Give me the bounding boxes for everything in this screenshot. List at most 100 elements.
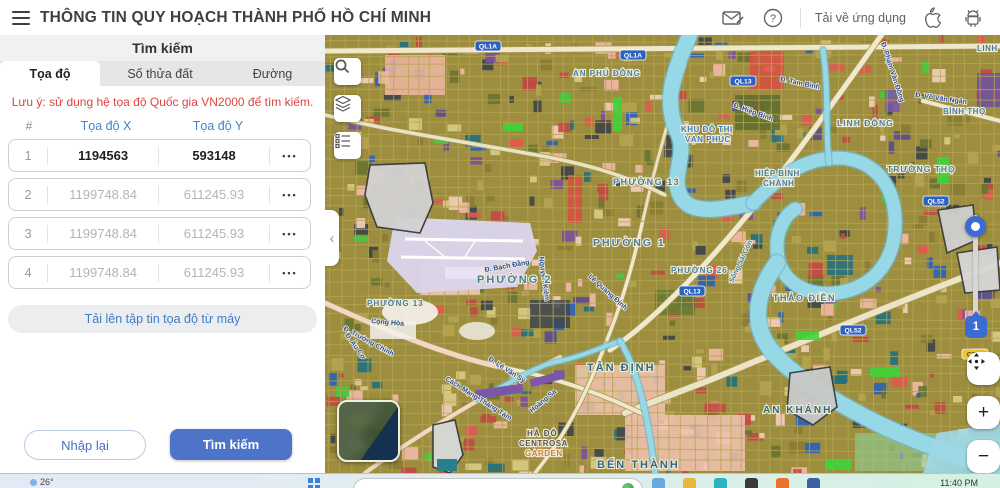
coordinate-x-input[interactable]	[48, 265, 158, 280]
map-svg: Đ. Trường ChinhCộng HòaĐ. Âu CơĐ. Lê Văn…	[325, 35, 1000, 473]
sidebar-collapse-button[interactable]: ‹	[325, 210, 339, 266]
map-place-label: VẠN PHÚC	[685, 135, 731, 144]
weather-widget[interactable]: 26°	[30, 477, 54, 487]
coordinate-row-2: 2 •••	[8, 178, 311, 211]
taskbar: 26° 11:40 PM	[0, 473, 1000, 488]
zoom-slider-handle[interactable]	[965, 216, 986, 237]
search-button[interactable]: Tìm kiếm	[170, 429, 292, 460]
coordinate-y-input[interactable]	[159, 226, 269, 241]
help-icon[interactable]: ?	[760, 5, 786, 31]
android-icon[interactable]	[960, 5, 986, 31]
taskbar-app-icon[interactable]	[745, 478, 758, 488]
tab-coordinates[interactable]: Tọa độ	[0, 61, 100, 86]
row-index: 3	[9, 227, 47, 241]
panel-title: Tìm kiếm	[0, 35, 325, 61]
map-place-label: HÀ ĐÔ	[527, 429, 558, 438]
map-place-label: PHƯỜNG 13	[367, 299, 424, 308]
road-shield: QL52	[923, 196, 949, 206]
feedback-mail-icon[interactable]	[720, 5, 746, 31]
header-divider	[800, 8, 801, 28]
map-legend-button[interactable]	[334, 132, 361, 159]
chevron-left-icon: ‹	[330, 230, 335, 247]
map-place-label: PHƯỜNG 26	[671, 266, 728, 275]
minimap[interactable]	[337, 400, 400, 462]
coordinate-row-3: 3 •••	[8, 217, 311, 250]
zoom-level-badge: 1	[965, 316, 987, 338]
row-index: 2	[9, 188, 47, 202]
search-tabs: Tọa độ Số thửa đất Đường	[0, 61, 325, 86]
search-panel: Tìm kiếm Tọa độ Số thửa đất Đường Lưu ý:…	[0, 35, 325, 473]
column-header-x: Tọa độ X	[50, 119, 162, 133]
map-canvas[interactable]: Đ. Trường ChinhCộng HòaĐ. Âu CơĐ. Lê Văn…	[325, 35, 1000, 473]
coordinate-rows: 1 ••• 2 ••• 3 ••• 4 •••	[0, 139, 325, 289]
legend-list-icon	[334, 132, 352, 150]
pan-icon	[967, 352, 986, 371]
map-place-label: TRƯỜNG THỌ	[887, 163, 956, 174]
svg-text:?: ?	[770, 13, 776, 25]
coordinate-x-input[interactable]	[48, 148, 158, 163]
start-button[interactable]	[308, 478, 320, 488]
road-shield: QL1A	[475, 41, 501, 51]
map-place-label: HIỆP BÌNH	[755, 169, 800, 178]
pan-button[interactable]	[967, 352, 1000, 385]
coordinate-y-input[interactable]	[159, 187, 269, 202]
weather-icon	[30, 479, 37, 486]
apple-icon[interactable]	[920, 5, 946, 31]
row-menu-button[interactable]: •••	[270, 268, 310, 278]
taskbar-apps	[652, 478, 820, 488]
zoom-out-button[interactable]: −	[967, 440, 1000, 473]
row-index: 1	[9, 149, 47, 163]
zoom-in-button[interactable]: +	[967, 396, 1000, 429]
map-layers-button[interactable]	[334, 95, 361, 122]
coordinate-x-input[interactable]	[48, 226, 158, 241]
row-menu-button[interactable]: •••	[270, 229, 310, 239]
row-index: 4	[9, 266, 47, 280]
svg-text:QL13: QL13	[735, 79, 752, 86]
coordinate-x-input[interactable]	[48, 187, 158, 202]
map-place-label: THẢO ĐIỀN	[773, 292, 836, 303]
taskbar-app-icon[interactable]	[807, 478, 820, 488]
taskbar-search-badge-icon	[622, 483, 634, 488]
map-place-label: AN KHÁNH	[763, 403, 832, 416]
svg-text:QL1A: QL1A	[479, 44, 497, 51]
row-menu-button[interactable]: •••	[270, 151, 310, 161]
coordinate-y-input[interactable]	[159, 148, 269, 163]
column-header-index: #	[8, 119, 50, 133]
svg-text:QL52: QL52	[845, 328, 862, 335]
map-place-label: PHƯỜNG 2	[477, 273, 552, 286]
app-window: THÔNG TIN QUY HOẠCH THÀNH PHỐ HỒ CHÍ MIN…	[0, 0, 1000, 488]
map-place-label: TÂN ĐỊNH	[587, 361, 656, 374]
map-place-label: PHƯỜNG 1	[593, 236, 666, 249]
coordinate-y-input[interactable]	[159, 265, 269, 280]
layers-icon	[334, 95, 352, 113]
page-title: THÔNG TIN QUY HOẠCH THÀNH PHỐ HỒ CHÍ MIN…	[40, 9, 431, 27]
menu-icon[interactable]	[0, 0, 34, 35]
map-search-button[interactable]	[334, 58, 361, 85]
taskbar-search[interactable]	[353, 478, 643, 488]
svg-text:QL1A: QL1A	[624, 53, 642, 60]
coordinate-row-1: 1 •••	[8, 139, 311, 172]
road-shield: QL52	[840, 325, 866, 335]
svg-text:QL13: QL13	[684, 289, 701, 296]
map-place-label: CHÁNH	[763, 179, 794, 188]
row-menu-button[interactable]: •••	[270, 190, 310, 200]
plus-icon: +	[978, 402, 989, 424]
app-header: THÔNG TIN QUY HOẠCH THÀNH PHỐ HỒ CHÍ MIN…	[0, 0, 1000, 35]
download-app-label[interactable]: Tải về ứng dụng	[815, 11, 906, 25]
upload-coordinates-button[interactable]: Tải lên tập tin tọa độ từ máy	[8, 305, 317, 333]
taskbar-app-icon[interactable]	[776, 478, 789, 488]
tab-street[interactable]: Đường	[220, 61, 325, 86]
map-place-label: BÌNH THỌ	[943, 107, 986, 116]
map-place-label: CENTROSA	[519, 439, 568, 448]
reset-button[interactable]: Nhập lại	[24, 430, 146, 460]
taskbar-app-icon[interactable]	[714, 478, 727, 488]
search-icon	[334, 58, 351, 75]
map-place-label: PHƯỜNG 13	[613, 176, 680, 187]
svg-text:QL52: QL52	[928, 199, 945, 206]
taskbar-app-icon[interactable]	[683, 478, 696, 488]
taskbar-app-icon[interactable]	[652, 478, 665, 488]
map-place-label: GARDEN	[525, 449, 563, 458]
tab-parcel-number[interactable]: Số thửa đất	[100, 61, 220, 86]
vn2000-note: Lưu ý: sử dụng hệ tọa độ Quốc gia VN2000…	[0, 95, 325, 109]
road-shield: QL1A	[620, 50, 646, 60]
